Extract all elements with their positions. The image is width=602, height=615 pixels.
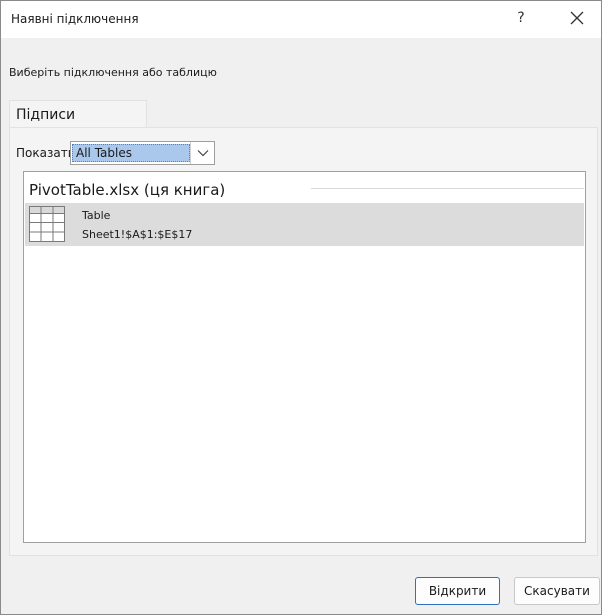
tab-connection-captions[interactable]: Підписи підключень [9,100,147,151]
list-item[interactable]: Table Sheet1!$A$1:$E$17 [25,203,584,246]
show-dropdown-value: All Tables [72,144,190,162]
dialog-title: Наявні підключення [11,12,139,26]
open-button[interactable]: Відкрити [415,577,500,605]
show-dropdown[interactable]: All Tables [70,141,215,165]
connections-list[interactable]: PivotTable.xlsx (ця книга) Table Sheet1!… [23,171,586,543]
cancel-button[interactable]: Скасувати [514,577,600,605]
table-icon [29,206,65,242]
title-bar: Наявні підключення ? [1,1,601,38]
help-button[interactable]: ? [508,5,534,31]
close-button[interactable] [564,5,590,31]
close-icon [570,11,584,25]
group-divider [311,188,584,189]
existing-connections-dialog: Наявні підключення ? Виберіть підключенн… [0,0,602,615]
item-name: Table [82,209,111,222]
instruction-text: Виберіть підключення або таблицю [9,66,217,79]
chevron-down-icon [197,150,209,157]
item-range: Sheet1!$A$1:$E$17 [82,228,193,241]
show-dropdown-arrow[interactable] [190,142,214,164]
group-header: PivotTable.xlsx (ця книга) [29,181,226,199]
